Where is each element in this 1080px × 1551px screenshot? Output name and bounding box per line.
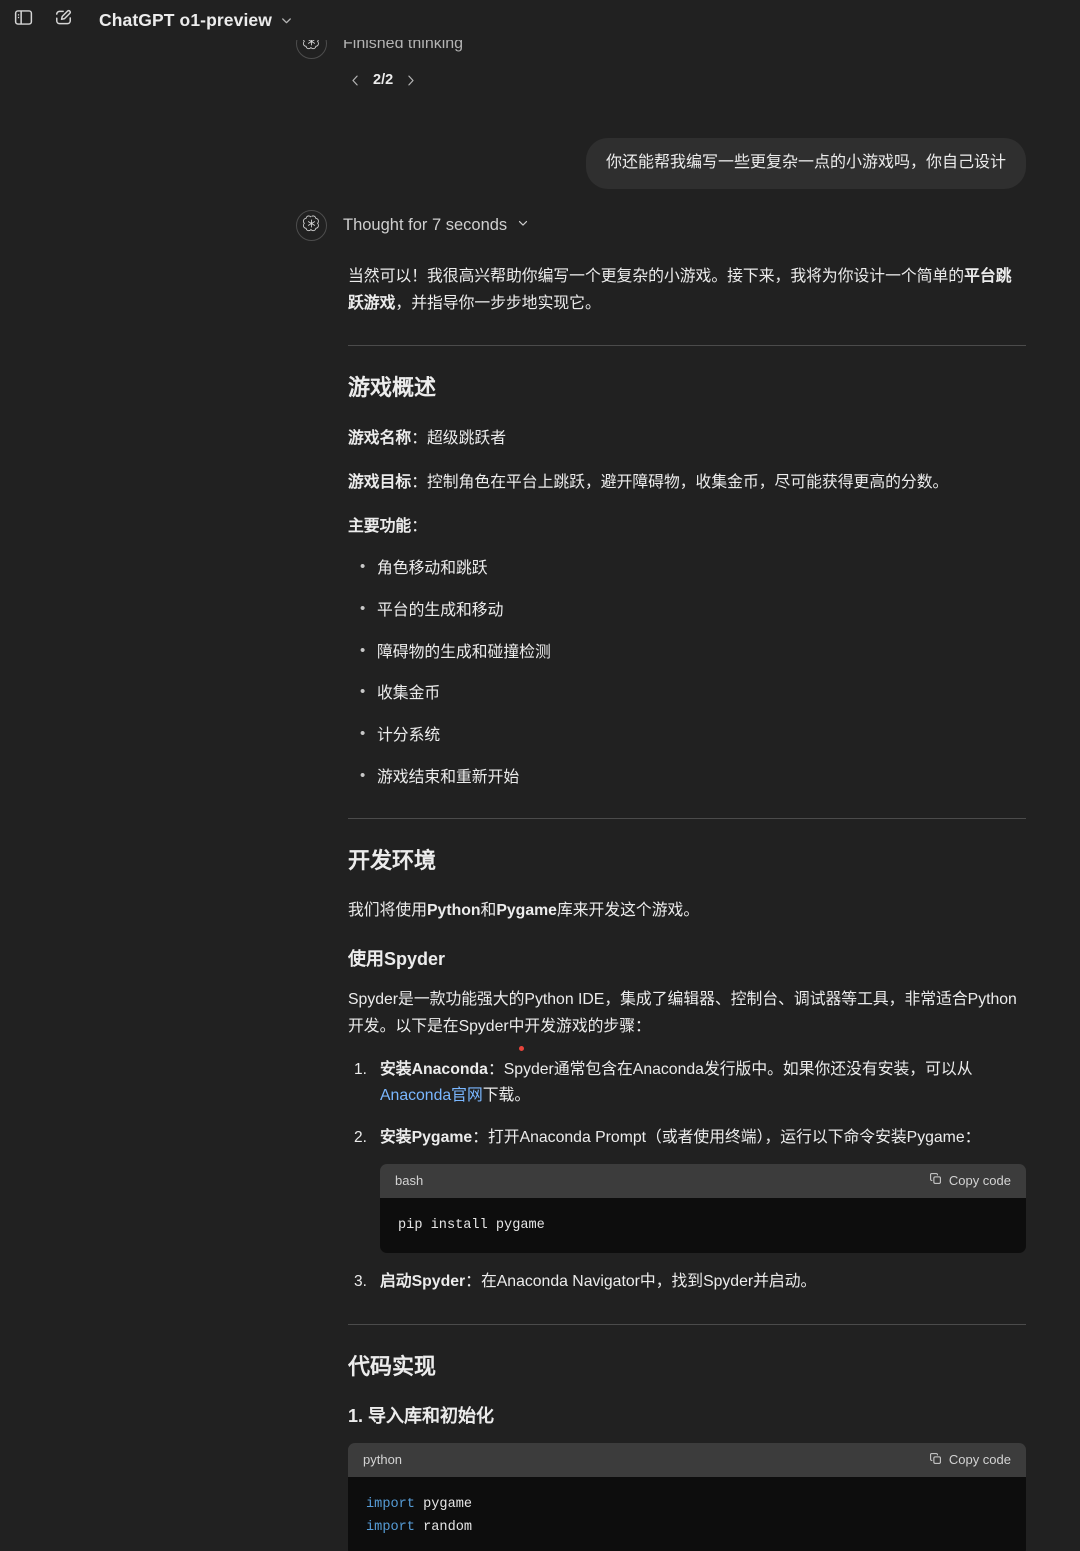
- chevron-down-icon: [516, 216, 530, 235]
- copy-code-button[interactable]: Copy code: [929, 1452, 1011, 1468]
- pagination-count: 2/2: [373, 72, 394, 88]
- assistant-message-body: 当然可以！我很高兴帮助你编写一个更复杂的小游戏。接下来，我将为你设计一个简单的平…: [348, 263, 1026, 1551]
- section-divider: [348, 345, 1026, 347]
- model-selector-button[interactable]: ChatGPT o1-preview: [90, 4, 303, 36]
- game-goal-paragraph: 游戏目标：控制角色在平台上跳跃，避开障碍物，收集金币，尽可能获得更高的分数。: [348, 469, 1026, 496]
- message-pagination: 2/2: [348, 72, 418, 88]
- python-code-block: python Copy code import pygame import ra…: [348, 1442, 1026, 1551]
- step-2-bold: 安装Pygame: [380, 1129, 473, 1147]
- code-content: import pygame import random: [348, 1476, 1026, 1551]
- environment-intro-paragraph: 我们将使用Python和Pygame库来开发这个游戏。: [348, 897, 1026, 924]
- list-item: 安装Pygame：打开Anaconda Prompt（或者使用终端），运行以下命…: [348, 1125, 1026, 1254]
- game-name-label: 游戏名称: [348, 429, 412, 447]
- next-response-button[interactable]: [403, 73, 418, 88]
- user-message-bubble: 你还能帮我编写一些更复杂一点的小游戏吗，你自己设计: [585, 138, 1026, 189]
- intro-text-1: 当然可以！我很高兴帮助你编写一个更复杂的小游戏。接下来，我将为你设计一个简单的: [348, 268, 965, 285]
- top-bar: ChatGPT o1-preview: [0, 0, 1080, 40]
- env-text-2: 和: [480, 902, 497, 920]
- intro-paragraph: 当然可以！我很高兴帮助你编写一个更复杂的小游戏。接下来，我将为你设计一个简单的平…: [348, 263, 1026, 317]
- python-keyword-import: import: [366, 1496, 415, 1512]
- python-keyword-import: import: [366, 1520, 415, 1536]
- assistant-message: Thought for 7 seconds 当然可以！我很高兴帮助你编写一个更复…: [296, 210, 1036, 1551]
- list-item: 安装Anaconda：Spyder通常包含在Anaconda发行版中。如果你还没…: [348, 1057, 1026, 1109]
- chatgpt-window: ChatGPT o1-preview Finished thinking 2/2…: [0, 0, 1080, 1551]
- user-message-row: 你还能帮我编写一些更复杂一点的小游戏吗，你自己设计: [0, 138, 1080, 189]
- step-3-text: ：在Anaconda Navigator中，找到Spyder并启动。: [465, 1273, 817, 1291]
- bash-code-block: bash Copy code pip install pygame: [380, 1163, 1026, 1254]
- new-chat-button[interactable]: [46, 3, 80, 37]
- step-2-text: ：打开Anaconda Prompt（或者使用终端），运行以下命令安装Pygam…: [472, 1129, 981, 1147]
- anaconda-website-link[interactable]: Anaconda官网: [380, 1087, 483, 1104]
- spyder-description: Spyder是一款功能强大的Python IDE，集成了编辑器、控制台、调试器等…: [348, 990, 1017, 1035]
- intro-text-2: ，并指导你一步步地实现它。: [395, 295, 601, 313]
- pencil-square-icon: [53, 7, 74, 33]
- list-item: 启动Spyder：在Anaconda Navigator中，找到Spyder并启…: [348, 1269, 1026, 1295]
- game-goal-label: 游戏目标: [348, 474, 412, 492]
- list-item: 计分系统: [348, 723, 1026, 748]
- spyder-steps-list: 安装Anaconda：Spyder通常包含在Anaconda发行版中。如果你还没…: [348, 1057, 1026, 1296]
- assistant-avatar: [296, 210, 327, 241]
- sidebar-panel-icon: [13, 7, 34, 33]
- code-language-label: python: [363, 1452, 403, 1468]
- thought-summary-label: Thought for 7 seconds: [343, 216, 508, 234]
- chevron-down-icon: [279, 13, 294, 28]
- cursor-marker-dot: [519, 1046, 524, 1051]
- environment-heading: 开发环境: [348, 847, 437, 873]
- copy-icon: [929, 1170, 942, 1192]
- section-divider: [348, 817, 1026, 819]
- list-item: 游戏结束和重新开始: [348, 765, 1026, 790]
- conversation-thread: Finished thinking 2/2 你还能帮我编写一些更复杂一点的小游戏…: [0, 0, 1080, 1551]
- code-implementation-heading: 代码实现: [348, 1353, 437, 1379]
- code-block-header: bash Copy code: [380, 1163, 1026, 1198]
- env-bold-python: Python: [427, 902, 481, 920]
- game-name-value: ：超级跳跃者: [411, 429, 506, 447]
- imports-subheading: 1. 导入库和初始化: [348, 1406, 495, 1427]
- python-module-pygame: pygame: [414, 1496, 473, 1512]
- step-1-text-after: 下载。: [482, 1087, 531, 1105]
- section-divider: [348, 1323, 1026, 1325]
- copy-icon: [929, 1452, 942, 1468]
- code-block-header: python Copy code: [348, 1442, 1026, 1477]
- features-colon: ：: [411, 518, 428, 536]
- list-item: 平台的生成和移动: [348, 598, 1026, 623]
- step-1-text-before: ：Spyder通常包含在Anaconda发行版中。如果你还没有安装，可以从: [487, 1060, 973, 1078]
- overview-heading: 游戏概述: [348, 375, 437, 401]
- copy-code-label: Copy code: [948, 1172, 1011, 1188]
- game-goal-value: ：控制角色在平台上跳跃，避开障碍物，收集金币，尽可能获得更高的分数。: [411, 474, 949, 492]
- game-name-paragraph: 游戏名称：超级跳跃者: [348, 425, 1026, 452]
- env-bold-pygame: Pygame: [496, 902, 557, 920]
- thought-summary-toggle[interactable]: Thought for 7 seconds: [343, 216, 530, 235]
- features-list: 角色移动和跳跃 平台的生成和移动 障碍物的生成和碰撞检测 收集金币 计分系统 游…: [348, 556, 1026, 790]
- step-1-bold: 安装Anaconda: [380, 1060, 488, 1078]
- code-content: pip install pygame: [380, 1197, 1026, 1254]
- sidebar-toggle-button[interactable]: [6, 3, 40, 37]
- step-3-bold: 启动Spyder: [380, 1273, 466, 1291]
- model-name-label: ChatGPT o1-preview: [99, 9, 272, 30]
- list-item: 角色移动和跳跃: [348, 556, 1026, 581]
- list-item: 障碍物的生成和碰撞检测: [348, 640, 1026, 665]
- openai-logo-icon: [302, 214, 321, 238]
- env-text-3: 库来开发这个游戏。: [556, 902, 700, 920]
- copy-code-button[interactable]: Copy code: [929, 1170, 1011, 1192]
- features-label: 主要功能: [348, 518, 412, 536]
- python-module-random: random: [414, 1520, 473, 1536]
- thought-header-row: Thought for 7 seconds: [296, 210, 1036, 241]
- spyder-subheading: 使用Spyder: [348, 949, 446, 970]
- list-item: 收集金币: [348, 681, 1026, 706]
- features-paragraph: 主要功能：: [348, 513, 1026, 540]
- previous-response-button[interactable]: [348, 73, 363, 88]
- copy-code-label: Copy code: [948, 1452, 1011, 1468]
- code-language-label: bash: [395, 1172, 424, 1188]
- env-text-1: 我们将使用: [348, 902, 427, 920]
